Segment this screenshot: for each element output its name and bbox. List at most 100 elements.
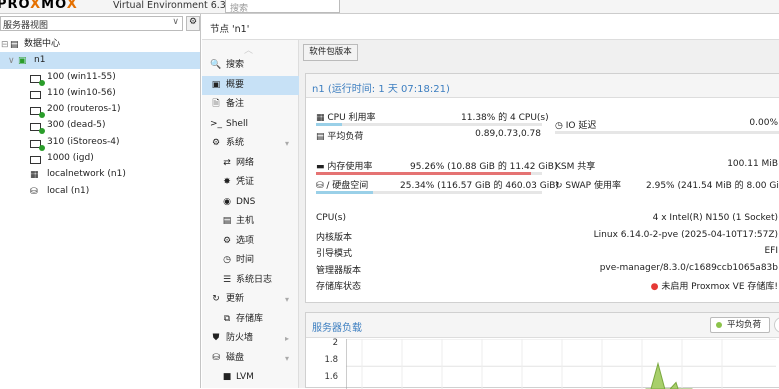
tree-label: localnetwork (n1) bbox=[47, 169, 126, 180]
kernel-value: Linux 6.14.0-2-pve (2025-04-10T17:57Z) bbox=[593, 230, 778, 240]
memory-usage-bar bbox=[316, 172, 542, 175]
load-icon: ▤ bbox=[316, 132, 328, 142]
menu-item-certificates[interactable]: ✸ 凭证 bbox=[202, 173, 299, 193]
series-area-平均负荷 bbox=[645, 361, 693, 389]
node-icon: ▣ bbox=[18, 56, 27, 67]
kernel-label: 内核版本 bbox=[316, 233, 353, 243]
view-selector-value: 服务器视图 bbox=[3, 21, 49, 31]
legend-load-toggle[interactable]: 平均负荷 bbox=[710, 317, 770, 333]
hdd-icon: ⛁ bbox=[316, 181, 327, 191]
gear-icon[interactable]: ⚙ bbox=[186, 16, 200, 31]
io-label: ◷ IO 延迟 bbox=[555, 121, 597, 131]
menu-item-firewall[interactable]: ⛊ 防火墙 ▸ bbox=[202, 329, 299, 349]
tree-item-network[interactable]: ▦ localnetwork (n1) bbox=[0, 166, 200, 182]
top-bar: PROXMOX Virtual Environment 6.3.0 搜索 bbox=[0, 0, 779, 14]
boot-value: EFI bbox=[764, 246, 778, 256]
menu-item-hosts[interactable]: ▤ 主机 bbox=[202, 212, 299, 232]
page-title: 节点 'n1' bbox=[210, 24, 250, 35]
legend-label: 平均负荷 bbox=[727, 320, 762, 330]
refresh-icon: ↻ bbox=[212, 294, 220, 304]
certificate-icon: ✸ bbox=[223, 177, 231, 187]
ksm-value: 100.11 MiB bbox=[727, 159, 778, 169]
tree-item-vm[interactable]: 200 (routeros-1) bbox=[0, 101, 200, 119]
menu-item-lvm[interactable]: ■ LVM bbox=[202, 368, 299, 388]
manager-label: 管理器版本 bbox=[316, 266, 362, 276]
menu-item-notes[interactable]: 🗎 备注 bbox=[202, 95, 299, 115]
tree-item-node[interactable]: ∨ ▣ n1 bbox=[0, 52, 200, 69]
disk-value: 25.34% (116.57 GiB 的 460.03 GiB) bbox=[400, 181, 559, 191]
disk-label: ⛁ / 硬盘空间 bbox=[316, 181, 369, 191]
menu-item-repositories[interactable]: ⧉ 存储库 bbox=[202, 310, 299, 330]
datacenter-icon: ▤ bbox=[10, 40, 19, 50]
package-versions-button[interactable]: 软件包版本 bbox=[303, 44, 358, 61]
menu-item-system[interactable]: ⚙ 系统 ▾ bbox=[202, 134, 299, 154]
square-icon: ■ bbox=[222, 372, 232, 382]
memory-label: ▬ 内存使用率 bbox=[316, 162, 373, 172]
cpus-value: 4 x Intel(R) N150 (1 Socket) bbox=[652, 213, 778, 223]
view-selector[interactable]: 服务器视图 ∨ bbox=[0, 16, 183, 31]
manager-value: pve-manager/8.3.0/c1689ccb1065a83b bbox=[599, 263, 778, 273]
tree-item-vm[interactable]: 100 (win11-55) bbox=[0, 69, 200, 86]
chevron-up-icon[interactable]: ︿ bbox=[244, 43, 253, 56]
exchange-icon: ⇄ bbox=[223, 157, 231, 168]
menu-item-dns[interactable]: ◉ DNS bbox=[202, 193, 299, 213]
menu-item-shell[interactable]: >_ Shell bbox=[202, 115, 299, 135]
tree-label: n1 bbox=[34, 55, 46, 66]
tree-item-vm[interactable]: 300 (dead-5) bbox=[0, 117, 200, 135]
chevron-down-icon: ▾ bbox=[284, 353, 289, 363]
tree-label: 110 (win10-56) bbox=[47, 87, 116, 98]
swap-value: 2.95% (241.54 MiB 的 8.00 GiB) bbox=[646, 181, 779, 191]
repo-label: 存储库状态 bbox=[316, 282, 362, 292]
memory-icon: ▬ bbox=[316, 162, 328, 172]
collapse-icon[interactable]: ⊟ bbox=[1, 37, 9, 53]
load-chart bbox=[346, 339, 776, 389]
chevron-down-icon: ▾ bbox=[284, 139, 289, 148]
cpu-label: ▦ CPU 利用率 bbox=[316, 113, 376, 123]
status-panel: n1 (运行时间: 1 天 07:18:21) ▦ CPU 利用率 11.38%… bbox=[305, 73, 779, 303]
load-panel-title: 服务器负载 bbox=[312, 323, 362, 334]
load-label: ▤ 平均负荷 bbox=[316, 132, 364, 142]
node-menu: 🔍 搜索 ▣ 概要 🗎 备注 >_ Shell ⚙ 系统 ▾ ⇄ 网络 ✸ 凭证 ◉ DNS ▤ 主… bbox=[202, 56, 299, 388]
tree-label: local (n1) bbox=[47, 185, 90, 196]
menu-item-time[interactable]: ◷ 时间 bbox=[202, 251, 299, 271]
refresh-icon: ↻ bbox=[555, 181, 566, 191]
legend-next-toggle[interactable] bbox=[774, 317, 779, 333]
io-value: 0.00% bbox=[749, 118, 778, 128]
disk-usage-bar bbox=[316, 191, 542, 194]
search-icon: 🔍 bbox=[210, 60, 222, 70]
chevron-down-icon: ∨ bbox=[172, 17, 179, 27]
list-icon: ☰ bbox=[222, 274, 232, 285]
menu-item-disks[interactable]: ⛁ 磁盘 ▾ bbox=[202, 349, 299, 369]
tree-item-storage[interactable]: ⛁ local (n1) bbox=[0, 183, 200, 199]
y-tick-label: 1.6 bbox=[324, 372, 338, 382]
version-label: Virtual Environment 6.3.0 bbox=[113, 0, 235, 11]
menu-item-summary[interactable]: ▣ 概要 bbox=[202, 75, 299, 95]
chevron-down-icon: ▾ bbox=[284, 295, 289, 304]
disk-usage-fill bbox=[316, 191, 374, 194]
clock-icon: ◷ bbox=[223, 255, 231, 265]
status-header: n1 (运行时间: 1 天 07:18:21) bbox=[306, 74, 779, 98]
cpu-usage-fill bbox=[316, 123, 342, 126]
memory-usage-fill bbox=[316, 172, 532, 175]
proxmox-logo: PROXMOX bbox=[0, 0, 78, 12]
tree-item-vm[interactable]: 310 (iStoreos-4) bbox=[0, 134, 200, 151]
load-panel-header: 服务器负载 平均负荷 bbox=[306, 313, 779, 338]
search-input[interactable]: 搜索 bbox=[225, 0, 340, 14]
repo-status[interactable]: ● 未启用 Proxmox VE 存储库! bbox=[566, 279, 778, 292]
tree-label: 300 (dead-5) bbox=[47, 120, 106, 131]
menu-item-search[interactable]: 🔍 搜索 bbox=[202, 56, 299, 76]
collapse-icon[interactable]: ∨ bbox=[8, 53, 15, 69]
tree-item-vm[interactable]: 1000 (igd) bbox=[0, 150, 200, 166]
menu-item-options[interactable]: ⚙ 选项 bbox=[202, 232, 299, 252]
cpu-usage-bar bbox=[316, 123, 542, 126]
summary-icon: ▣ bbox=[211, 79, 221, 90]
menu-item-syslog[interactable]: ☰ 系统日志 bbox=[202, 271, 299, 291]
cpu-icon: ▦ bbox=[316, 113, 328, 123]
menu-item-network[interactable]: ⇄ 网络 bbox=[202, 154, 299, 174]
tree-item-vm[interactable]: 110 (win10-56) bbox=[0, 85, 200, 101]
error-icon: ● bbox=[650, 282, 662, 292]
tree-item-datacenter[interactable]: ⊟ ▤ 数据中心 bbox=[0, 36, 200, 52]
repo-value: 未启用 Proxmox VE 存储库! bbox=[661, 282, 778, 292]
menu-item-updates[interactable]: ↻ 更新 ▾ bbox=[202, 290, 299, 310]
tree-label: 200 (routeros-1) bbox=[47, 104, 121, 115]
